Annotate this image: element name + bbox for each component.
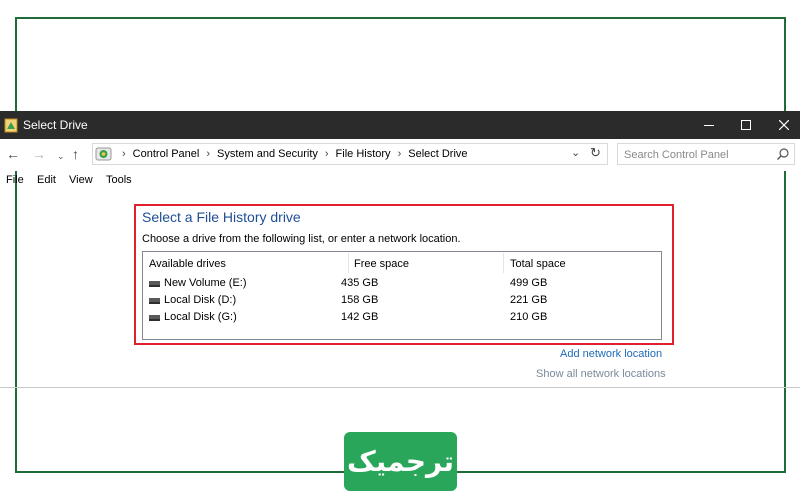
control-panel-icon xyxy=(4,118,18,133)
search-input[interactable] xyxy=(624,147,774,162)
recent-locations-button[interactable]: ⌄ xyxy=(57,147,65,165)
breadcrumb-separator-icon: › xyxy=(324,148,329,160)
chevron-down-icon: ⌄ xyxy=(571,147,581,159)
breadcrumb-select-drive[interactable]: Select Drive xyxy=(408,148,467,160)
close-button[interactable] xyxy=(766,111,800,139)
drive-name: Local Disk (D:) xyxy=(164,294,237,306)
page-title: Select a File History drive xyxy=(142,209,301,225)
add-network-location-link[interactable]: Add network location xyxy=(560,348,662,360)
chevron-down-icon: ⌄ xyxy=(57,151,65,161)
maximize-button[interactable] xyxy=(728,111,764,139)
breadcrumb-separator-icon: › xyxy=(206,148,210,160)
total-space: 499 GB xyxy=(510,277,548,289)
free-space: 142 GB xyxy=(341,311,379,323)
arrow-right-icon: → xyxy=(32,146,46,162)
breadcrumb-system-security[interactable]: System and Security xyxy=(217,148,318,160)
breadcrumb-separator-icon: › xyxy=(397,148,402,160)
column-header-total-space[interactable]: Total space xyxy=(510,258,566,270)
breadcrumb-file-history[interactable]: File History xyxy=(336,148,391,160)
up-button[interactable]: ↑ xyxy=(72,145,79,163)
content-divider xyxy=(0,387,800,388)
forward-button[interactable]: → xyxy=(32,145,46,163)
menu-edit[interactable]: Edit xyxy=(37,174,56,186)
total-space: 210 GB xyxy=(510,311,548,323)
breadcrumb-control-panel[interactable]: Control Panel xyxy=(133,148,200,160)
watermark-logo: ترجمیک xyxy=(344,432,457,491)
back-button[interactable]: ← xyxy=(6,145,20,163)
drive-icon xyxy=(149,315,160,321)
column-header-drives[interactable]: Available drives xyxy=(149,258,226,270)
menu-view[interactable]: View xyxy=(69,174,93,186)
free-space: 158 GB xyxy=(341,294,379,306)
drive-icon xyxy=(149,298,160,304)
menu-file[interactable]: File xyxy=(6,174,24,186)
column-header-free-space[interactable]: Free space xyxy=(354,258,409,270)
table-row[interactable]: New Volume (E:) 435 GB 499 GB xyxy=(143,275,661,292)
arrow-up-icon: ↑ xyxy=(72,146,79,162)
window-titlebar: Select Drive xyxy=(0,111,800,139)
free-space: 435 GB xyxy=(341,277,379,289)
breadcrumb[interactable]: › Control Panel › System and Security › … xyxy=(92,143,608,165)
column-divider xyxy=(348,253,349,273)
show-network-locations-link[interactable]: Show all network locations xyxy=(536,368,666,380)
table-row[interactable]: Local Disk (D:) 158 GB 221 GB xyxy=(143,292,661,309)
breadcrumb-separator-icon: › xyxy=(122,148,126,160)
refresh-icon: ↻ xyxy=(590,145,601,160)
drive-name: Local Disk (G:) xyxy=(164,311,237,323)
search-box xyxy=(617,143,795,165)
column-divider xyxy=(503,253,504,273)
maximize-icon xyxy=(741,120,751,130)
minimize-icon xyxy=(704,124,714,126)
menu-tools[interactable]: Tools xyxy=(106,174,132,186)
refresh-button[interactable]: ↻ xyxy=(590,145,601,161)
close-icon xyxy=(779,120,789,130)
table-row[interactable]: Local Disk (G:) 142 GB 210 GB xyxy=(143,309,661,326)
breadcrumb-path: › Control Panel › System and Security › … xyxy=(115,144,468,164)
minimize-button[interactable] xyxy=(691,111,727,139)
menu-bar: File Edit View Tools xyxy=(0,172,800,190)
drive-list: Available drives Free space Total space … xyxy=(142,251,662,340)
arrow-left-icon: ← xyxy=(6,146,20,162)
search-icon[interactable] xyxy=(776,147,790,161)
watermark-text: ترجمیک xyxy=(347,445,454,478)
total-space: 221 GB xyxy=(510,294,548,306)
address-dropdown-button[interactable]: ⌄ xyxy=(571,146,580,159)
window-title: Select Drive xyxy=(23,118,88,132)
drive-icon xyxy=(149,281,160,287)
control-panel-icon xyxy=(95,147,112,161)
drive-name: New Volume (E:) xyxy=(164,277,247,289)
instructions-text: Choose a drive from the following list, … xyxy=(142,233,461,245)
